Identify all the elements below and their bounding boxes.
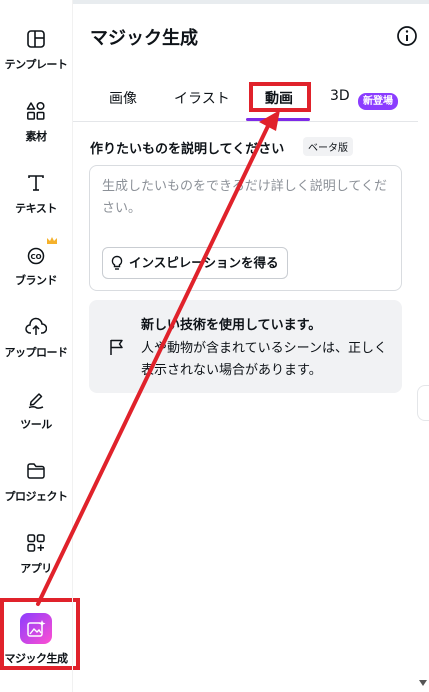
side-rail: テンプレート 素材 テキスト CO ブランド アップロード ツール プロジェクト… — [0, 0, 80, 692]
upload-icon — [23, 314, 49, 340]
rail-label: テンプレート — [4, 58, 68, 71]
inspiration-button[interactable]: インスピレーションを得る — [102, 247, 288, 279]
rail-item-elements[interactable]: 素材 — [0, 98, 72, 158]
scroll-down-arrow[interactable] — [419, 680, 427, 686]
rail-label: ツール — [20, 418, 52, 431]
annotation-highlight-box — [249, 82, 311, 112]
text-icon — [23, 170, 49, 196]
active-tab-indicator — [246, 118, 310, 121]
tab-illustration[interactable]: イラスト — [174, 88, 230, 108]
annotation-highlight-box — [0, 598, 80, 670]
elements-icon — [23, 98, 49, 124]
rail-item-uploads[interactable]: アップロード — [0, 314, 72, 374]
rail-label: テキスト — [15, 202, 57, 215]
notice-card: 新しい技術を使用しています。 人や動物が含まれているシーンは、正しく表示されない… — [89, 300, 402, 393]
crown-icon — [47, 237, 57, 244]
prompt-label: 作りたいものを説明してください — [90, 142, 285, 157]
flag-icon — [110, 339, 123, 355]
rail-label: 素材 — [25, 130, 48, 143]
brand-icon: CO — [23, 237, 57, 268]
lightbulb-icon — [111, 255, 123, 270]
rail-label: プロジェクト — [4, 490, 69, 503]
app-window: テンプレート 素材 テキスト CO ブランド アップロード ツール プロジェクト… — [0, 0, 429, 692]
notice-title: 新しい技術を使用しています。 — [141, 318, 322, 333]
panel-title: マジック生成 — [90, 28, 198, 49]
template-icon — [23, 26, 49, 52]
rail-item-tools[interactable]: ツール — [0, 386, 72, 446]
apps-icon — [23, 530, 49, 556]
folder-icon — [23, 458, 49, 484]
new-badge: 新登場 — [358, 93, 398, 110]
inspiration-button-label: インスピレーションを得る — [129, 255, 279, 270]
rail-item-projects[interactable]: プロジェクト — [0, 458, 72, 518]
draw-tool-icon — [23, 386, 49, 412]
notice-body: 人や動物が含まれているシーンは、正しく表示されない場合があります。 — [141, 341, 387, 378]
magic-generate-panel: マジック生成 画像 イラスト 動画 3D 新登場 作りたいものを説明してください… — [72, 0, 429, 692]
rail-label: ブランド — [15, 274, 58, 287]
rail-item-templates[interactable]: テンプレート — [0, 26, 72, 86]
panel-collapse-handle[interactable] — [417, 385, 429, 421]
rail-item-text[interactable]: テキスト — [0, 170, 72, 230]
svg-text:CO: CO — [30, 253, 41, 261]
prompt-placeholder: 生成したいものをできるだけ詳しく説明してください。 — [102, 179, 387, 216]
info-icon[interactable] — [395, 24, 419, 48]
tab-image[interactable]: 画像 — [109, 88, 137, 108]
rail-label: アプリ — [20, 562, 52, 575]
tab-3d[interactable]: 3D — [330, 88, 350, 104]
prompt-textarea[interactable]: 生成したいものをできるだけ詳しく説明してください。 インスピレーションを得る — [89, 165, 402, 291]
rail-item-apps[interactable]: アプリ — [0, 530, 72, 590]
rail-label: アップロード — [4, 346, 69, 359]
beta-badge: ベータ版 — [303, 137, 353, 156]
rail-item-brand[interactable]: CO ブランド — [0, 237, 72, 302]
